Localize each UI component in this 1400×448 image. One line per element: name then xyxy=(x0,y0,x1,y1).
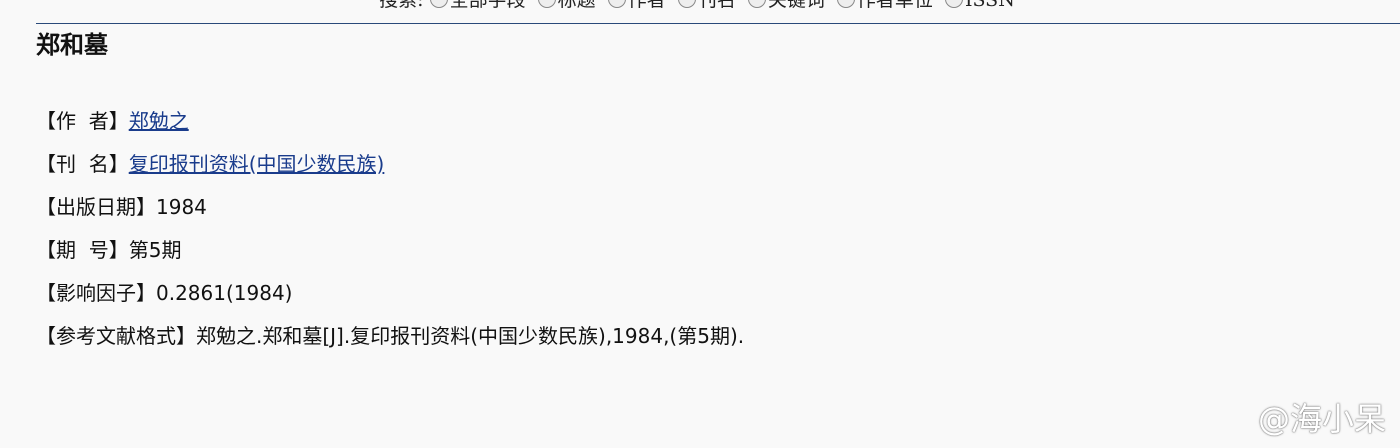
radio-icon[interactable] xyxy=(537,0,556,8)
citation-value: 郑勉之.郑和墓[J].复印报刊资料(中国少数民族),1984,(第5期). xyxy=(196,324,745,348)
radio-icon[interactable] xyxy=(747,0,766,8)
impact-row: 【影响因子】0.2861(1984) xyxy=(36,272,744,315)
date-value: 1984 xyxy=(156,195,207,219)
issue-value: 第5期 xyxy=(128,238,182,262)
article-metadata: 【作 者】郑勉之 【刊 名】复印报刊资料(中国少数民族) 【出版日期】1984 … xyxy=(36,100,744,358)
impact-label: 【影响因子】 xyxy=(36,281,156,305)
search-option-affiliation[interactable]: 作者单位 xyxy=(836,0,933,12)
radio-icon[interactable] xyxy=(836,0,855,8)
watermark: @海小呆 xyxy=(1257,400,1386,438)
journal-row: 【刊 名】复印报刊资料(中国少数民族) xyxy=(36,143,744,186)
issue-row: 【期 号】第5期 xyxy=(36,229,744,272)
impact-value: 0.2861(1984) xyxy=(156,281,293,305)
citation-label: 【参考文献格式】 xyxy=(36,324,196,348)
search-option-issn[interactable]: ISSN xyxy=(944,0,1015,12)
article-title: 郑和墓 xyxy=(36,31,108,59)
search-option-author[interactable]: 作者 xyxy=(607,0,666,12)
date-label: 【出版日期】 xyxy=(36,195,156,219)
search-option-all-fields[interactable]: 全部字段 xyxy=(429,0,526,12)
search-label: 搜索: xyxy=(379,0,424,11)
search-option-journal[interactable]: 刊名 xyxy=(677,0,736,12)
divider xyxy=(36,23,1400,24)
radio-icon[interactable] xyxy=(607,0,626,8)
issue-label: 【期 号】 xyxy=(36,238,129,262)
search-option-title[interactable]: 标题 xyxy=(537,0,596,12)
journal-link[interactable]: 复印报刊资料(中国少数民族) xyxy=(129,152,385,176)
radio-icon[interactable] xyxy=(429,0,448,8)
radio-icon[interactable] xyxy=(677,0,696,8)
author-row: 【作 者】郑勉之 xyxy=(36,100,744,143)
search-option-keyword[interactable]: 关键词 xyxy=(747,0,825,12)
citation-row: 【参考文献格式】郑勉之.郑和墓[J].复印报刊资料(中国少数民族),1984,(… xyxy=(36,315,744,358)
radio-icon[interactable] xyxy=(944,0,963,8)
journal-label: 【刊 名】 xyxy=(36,152,129,176)
author-link[interactable]: 郑勉之 xyxy=(129,109,189,133)
author-label: 【作 者】 xyxy=(36,109,129,133)
search-bar: 搜索: 全部字段 标题 作者 刊名 关键词 作者单位 ISSN xyxy=(0,0,1400,12)
date-row: 【出版日期】1984 xyxy=(36,186,744,229)
